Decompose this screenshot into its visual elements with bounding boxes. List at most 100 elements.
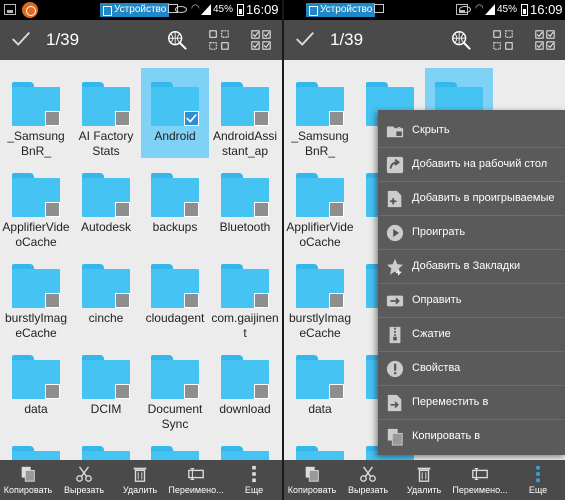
- folder-item-partial[interactable]: [2, 432, 70, 490]
- menu-item-play[interactable]: Проиграть: [378, 216, 565, 250]
- more-vertical-icon: [252, 465, 256, 483]
- scissors-icon: [360, 466, 376, 482]
- folder-item[interactable]: AI Factory Stats: [72, 68, 140, 158]
- add-to-playlist-icon: [387, 190, 402, 208]
- folder-item[interactable]: backups: [141, 159, 209, 245]
- select-checkbox[interactable]: [45, 293, 60, 308]
- menu-item-label: Скрыть: [412, 124, 450, 136]
- copy-label: Копировать: [3, 485, 53, 495]
- folder-item[interactable]: _Samsung BnR_: [2, 68, 70, 158]
- select-checkbox[interactable]: [115, 293, 130, 308]
- folder-icon: [151, 173, 199, 217]
- folder-item-partial[interactable]: [141, 432, 209, 490]
- menu-item-move-to[interactable]: Переместить в: [378, 386, 565, 420]
- menu-item-properties[interactable]: Свойства: [378, 352, 565, 386]
- select-checkbox[interactable]: [115, 111, 130, 126]
- select-range-icon[interactable]: [208, 29, 230, 51]
- folder-item-partial[interactable]: [72, 432, 140, 490]
- folder-item[interactable]: Document Sync: [141, 341, 209, 431]
- select-checkbox[interactable]: [254, 293, 269, 308]
- select-checkbox[interactable]: [184, 202, 199, 217]
- folder-item[interactable]: ApplifierVideoCache: [286, 159, 354, 249]
- menu-item-send[interactable]: Оправить: [378, 284, 565, 318]
- select-checkbox[interactable]: [45, 202, 60, 217]
- more-button-active[interactable]: Еще: [510, 460, 565, 500]
- search-web-icon[interactable]: [450, 29, 472, 51]
- cut-button[interactable]: Вырезать: [340, 460, 396, 500]
- copy-button[interactable]: Копировать: [0, 460, 56, 500]
- menu-item-compress[interactable]: Сжатие: [378, 318, 565, 352]
- select-checkbox[interactable]: [254, 111, 269, 126]
- done-check-icon[interactable]: [10, 28, 32, 50]
- search-web-icon[interactable]: [166, 29, 188, 51]
- selection-count: 1/39: [330, 30, 364, 49]
- delete-button[interactable]: Удалить: [112, 460, 168, 500]
- right-screen: Устройство ◠ 45% 16:09 1/39 _Samsung BnR…: [284, 0, 565, 500]
- rename-button[interactable]: Переимено...: [452, 460, 508, 500]
- folder-name: burstlyImageCache: [288, 311, 352, 340]
- select-checkbox[interactable]: [329, 384, 344, 399]
- hide-icon: [386, 126, 404, 138]
- folder-item[interactable]: AndroidAssistant_ap: [211, 68, 279, 158]
- select-all-icon[interactable]: [250, 29, 272, 51]
- select-checkbox[interactable]: [329, 202, 344, 217]
- folder-grid: _Samsung BnR_ AI Factory Stats Android A…: [0, 60, 282, 490]
- folder-item-partial[interactable]: [286, 432, 354, 490]
- folder-icon: [296, 82, 344, 126]
- select-checkbox[interactable]: [115, 384, 130, 399]
- folder-icon: [12, 264, 60, 308]
- folder-icon: [82, 82, 130, 126]
- folder-item[interactable]: DCIM: [72, 341, 140, 427]
- folder-item[interactable]: com.gaijinent: [211, 250, 279, 340]
- eye-icon: [459, 6, 471, 13]
- menu-item-label: Добавить на рабочий стол: [412, 158, 548, 170]
- folder-item-selected[interactable]: Android: [141, 68, 209, 158]
- folder-name: data: [308, 402, 332, 416]
- folder-item[interactable]: cinche: [72, 250, 140, 336]
- device-badge: Устройство: [100, 3, 170, 17]
- menu-item-add-to-desktop[interactable]: Добавить на рабочий стол: [378, 148, 565, 182]
- select-checkbox[interactable]: [329, 111, 344, 126]
- select-checkbox[interactable]: [254, 202, 269, 217]
- play-icon: [386, 224, 404, 242]
- menu-item-add-to-playlist[interactable]: Добавить в проигрываемые: [378, 182, 565, 216]
- select-checkbox[interactable]: [254, 384, 269, 399]
- rename-icon: [188, 468, 204, 480]
- folder-item[interactable]: data: [286, 341, 354, 427]
- folder-item[interactable]: download: [211, 341, 279, 427]
- select-checkbox[interactable]: [184, 384, 199, 399]
- rename-button[interactable]: Переимено...: [168, 460, 224, 500]
- menu-item-copy-to[interactable]: Копировать в: [378, 420, 565, 454]
- battery-percent: 45%: [213, 4, 234, 15]
- select-checkbox[interactable]: [329, 293, 344, 308]
- menu-item-hide[interactable]: Скрыть: [378, 114, 565, 148]
- copy-to-icon: [387, 428, 403, 446]
- folder-item[interactable]: _Samsung BnR_: [286, 68, 354, 158]
- folder-item[interactable]: burstlyImageCache: [286, 250, 354, 340]
- folder-item-partial[interactable]: [211, 432, 279, 490]
- cut-button[interactable]: Вырезать: [56, 460, 112, 500]
- select-checkbox[interactable]: [45, 384, 60, 399]
- menu-item-bookmark[interactable]: Добавить в Закладки: [378, 250, 565, 284]
- more-button[interactable]: Еще: [226, 460, 282, 500]
- folder-icon: [221, 264, 269, 308]
- folder-item[interactable]: ApplifierVideoCache: [2, 159, 70, 249]
- select-range-icon[interactable]: [492, 29, 514, 51]
- folder-item[interactable]: cloudagent: [141, 250, 209, 336]
- select-checkbox[interactable]: [115, 202, 130, 217]
- select-all-icon[interactable]: [534, 29, 556, 51]
- folder-item[interactable]: Autodesk: [72, 159, 140, 245]
- folder-icon: [82, 173, 130, 217]
- rename-label: Переимено...: [452, 485, 508, 495]
- delete-button[interactable]: Удалить: [396, 460, 452, 500]
- select-checkbox[interactable]: [184, 293, 199, 308]
- folder-item[interactable]: Bluetooth: [211, 159, 279, 245]
- done-check-icon[interactable]: [294, 28, 316, 50]
- select-checkbox-checked[interactable]: [184, 111, 199, 126]
- folder-icon: [12, 82, 60, 126]
- folder-item[interactable]: burstlyImageCache: [2, 250, 70, 340]
- folder-item[interactable]: data: [2, 341, 70, 427]
- cut-label: Вырезать: [63, 485, 105, 495]
- copy-button[interactable]: Копировать: [284, 460, 340, 500]
- select-checkbox[interactable]: [45, 111, 60, 126]
